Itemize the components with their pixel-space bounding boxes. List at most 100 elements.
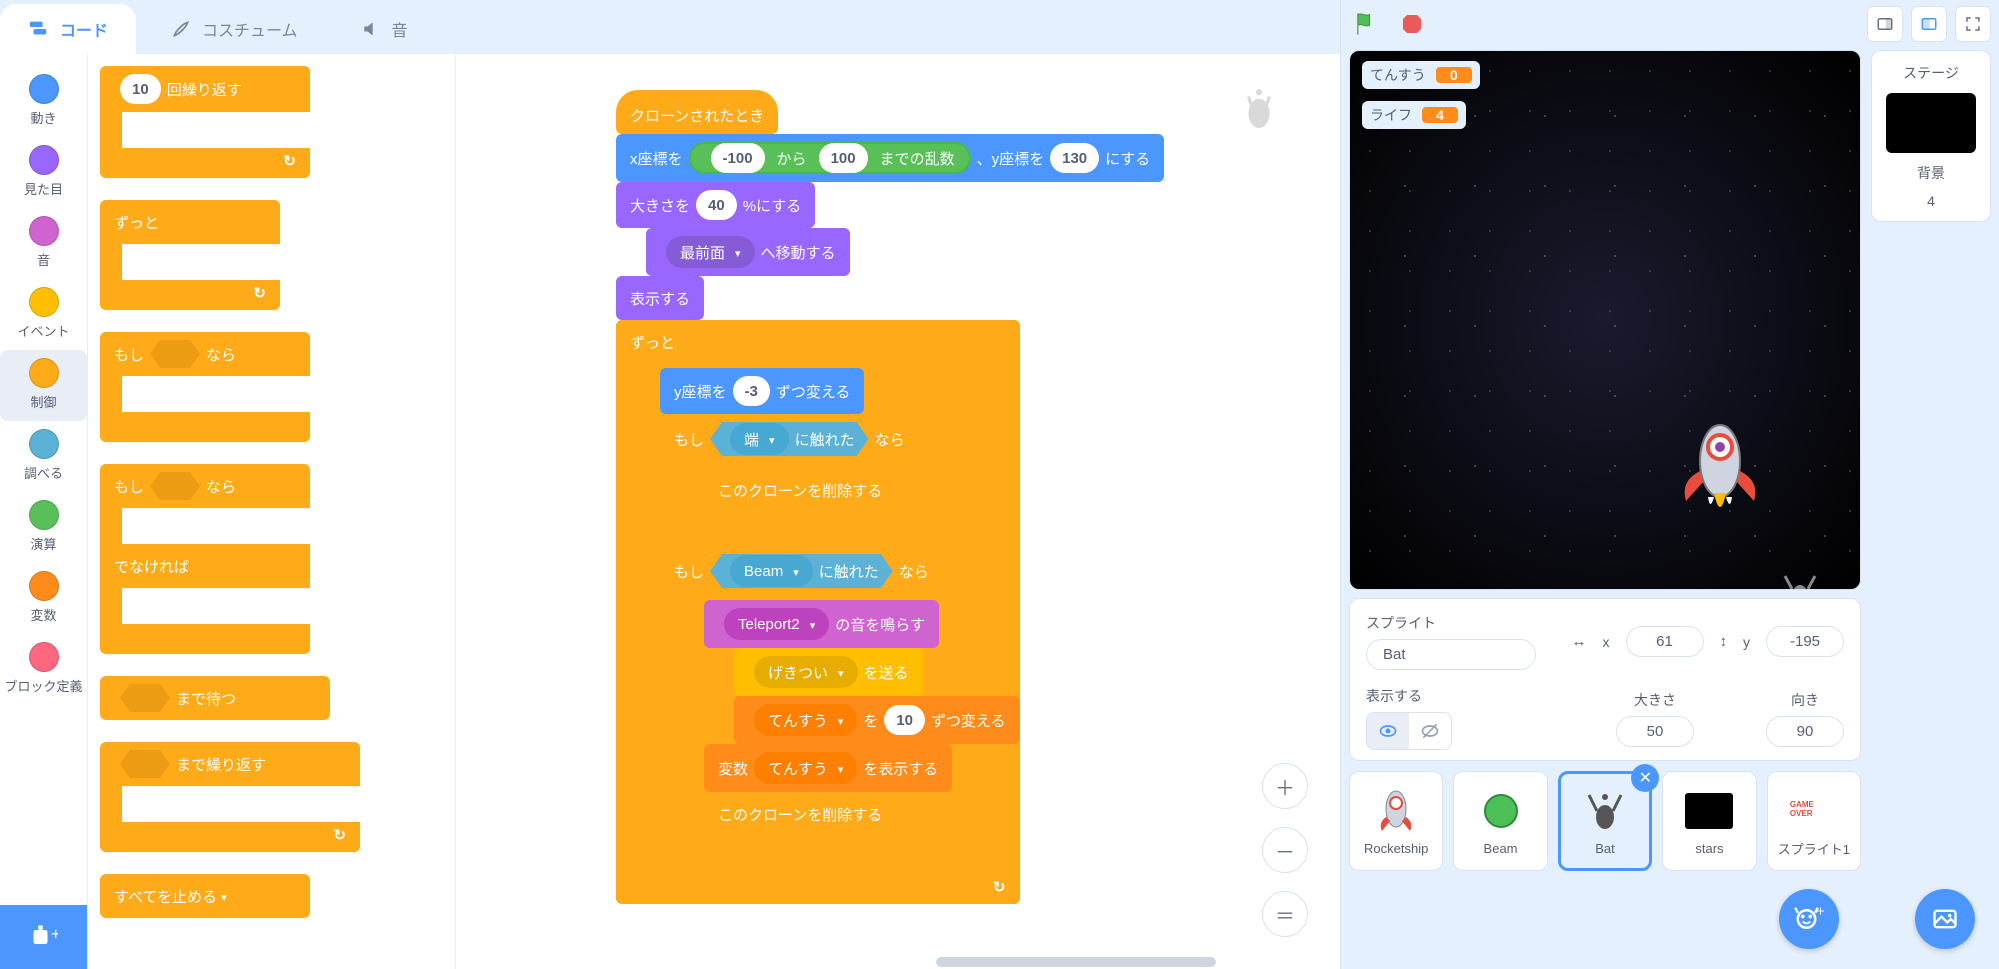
dropdown-caret-icon [217, 888, 227, 905]
svg-text:+: + [51, 925, 58, 943]
boolean-slot [150, 472, 200, 500]
delete-sprite-button[interactable]: ✕ [1631, 764, 1659, 792]
category-operators[interactable]: 演算 [0, 492, 87, 563]
block-palette[interactable]: 10回繰り返す ずっと もしなら [88, 54, 456, 969]
bat-icon [1581, 787, 1629, 835]
reporter-touching-beam[interactable]: Beam に触れた [710, 554, 893, 588]
backdrop-thumbnail [1886, 93, 1976, 153]
block-change-variable[interactable]: てんすう を 10 ずつ変える [734, 696, 1020, 744]
sprite-direction-input[interactable] [1766, 716, 1844, 747]
hide-sprite-button[interactable] [1409, 713, 1451, 749]
category-sound[interactable]: 音 [0, 208, 87, 279]
block-show-variable[interactable]: 変数 てんすう を表示する [704, 744, 952, 792]
category-motion[interactable]: 動き [0, 66, 87, 137]
sprite-name-input[interactable] [1366, 639, 1536, 670]
loop-arrow-icon [253, 284, 266, 302]
sprite-x-input[interactable] [1626, 626, 1704, 657]
palette-block-stop[interactable]: すべてを止める [100, 874, 310, 918]
zoom-in-button[interactable]: ＋ [1262, 763, 1308, 809]
category-sensing[interactable]: 調べる [0, 421, 87, 492]
show-sprite-button[interactable] [1367, 713, 1409, 749]
palette-block-forever[interactable]: ずっと [100, 200, 280, 310]
block-if-touching-edge[interactable]: もし 端 に触れた なら このクローンを削除する [660, 414, 919, 546]
stage-small-button[interactable] [1867, 6, 1903, 42]
beam-icon [1477, 787, 1525, 835]
block-delete-clone[interactable]: このクローンを削除する [704, 468, 919, 512]
palette-block-if-else[interactable]: もしなら でなければ [100, 464, 310, 654]
monitor-score[interactable]: てんすう 0 [1362, 61, 1480, 89]
block-forever[interactable]: ずっと y座標を -3 ずつ変える [616, 320, 1020, 904]
script-workspace[interactable]: クローンされたとき x座標を -100 から 100 までの乱数 、y座標を 1… [456, 54, 1340, 969]
category-looks[interactable]: 見た目 [0, 137, 87, 208]
sprite-y-input[interactable] [1766, 626, 1844, 657]
add-sprite-fab[interactable]: + [1779, 889, 1839, 949]
add-backdrop-fab[interactable] [1915, 889, 1975, 949]
xy-icon: ↔ [1572, 633, 1587, 650]
sprite-card-rocketship[interactable]: Rocketship [1349, 771, 1443, 871]
sprite-card-bat[interactable]: ✕ Bat [1558, 771, 1653, 871]
palette-block-if[interactable]: もしなら [100, 332, 310, 442]
block-when-cloned[interactable]: クローンされたとき [616, 90, 778, 134]
stage[interactable]: てんすう 0 ライフ 4 [1349, 50, 1861, 590]
boolean-slot [120, 750, 170, 778]
sprite-size-input[interactable] [1616, 716, 1694, 747]
stage-selector[interactable]: ステージ 背景 4 [1871, 50, 1991, 222]
zoom-out-button[interactable]: － [1262, 827, 1308, 873]
palette-block-repeat[interactable]: 10回繰り返す [100, 66, 310, 178]
block-show[interactable]: 表示する [616, 276, 704, 320]
stage-large-button[interactable] [1911, 6, 1947, 42]
block-set-size[interactable]: 大きさを 40 %にする [616, 182, 815, 228]
tab-code[interactable]: コード [0, 4, 136, 54]
loop-arrow-icon [283, 152, 296, 170]
dropdown-caret-icon [789, 563, 799, 580]
dropdown-caret-icon [731, 244, 741, 261]
stage-sprite-rocketship[interactable] [1680, 411, 1760, 531]
boolean-slot [150, 340, 200, 368]
fullscreen-button[interactable] [1955, 6, 1991, 42]
stop-button[interactable] [1395, 7, 1429, 41]
green-flag-button[interactable] [1349, 7, 1383, 41]
sprite-info-panel: スプライト ↔ x ↕ y 表示する [1349, 598, 1861, 761]
tab-sounds[interactable]: 音 [332, 4, 436, 54]
block-if-touching-beam[interactable]: もし Beam に触れた なら [660, 546, 1020, 870]
add-extension-button[interactable]: + [0, 905, 87, 969]
block-play-sound[interactable]: Teleport2 の音を鳴らす [704, 600, 939, 648]
block-broadcast[interactable]: げきつい を送る [734, 648, 923, 696]
palette-block-wait-until[interactable]: まで待つ [100, 676, 330, 720]
dropdown-touch-target[interactable]: Beam [730, 555, 813, 587]
sprite-card-stars[interactable]: stars [1662, 771, 1756, 871]
block-categories: 動き 見た目 音 イベント 制御 調べる 演算 変数 ブロック定義 + [0, 54, 88, 969]
tab-costumes-label: コスチューム [202, 17, 298, 41]
zoom-reset-button[interactable]: ＝ [1262, 891, 1308, 937]
palette-block-repeat-until[interactable]: まで繰り返す [100, 742, 360, 852]
gameover-icon: GAME OVER [1790, 785, 1838, 833]
dropdown-sound[interactable]: Teleport2 [724, 608, 829, 640]
dropdown-layer[interactable]: 最前面 [666, 236, 755, 268]
sprite-card-beam[interactable]: Beam [1453, 771, 1547, 871]
block-goto-xy[interactable]: x座標を -100 から 100 までの乱数 、y座標を 130 にする [616, 134, 1164, 182]
dropdown-caret-icon [834, 760, 844, 777]
monitor-life[interactable]: ライフ 4 [1362, 101, 1466, 129]
boolean-slot [120, 684, 170, 712]
tab-costumes[interactable]: コスチューム [142, 4, 326, 54]
dropdown-message[interactable]: げきつい [754, 656, 858, 688]
sprite-label: スプライト [1366, 613, 1536, 633]
reporter-random[interactable]: -100 から 100 までの乱数 [689, 142, 971, 174]
block-go-to-layer[interactable]: 最前面 へ移動する [646, 228, 850, 276]
block-change-y[interactable]: y座標を -3 ずつ変える [660, 368, 864, 414]
stage-sprite-bat[interactable] [1780, 571, 1820, 590]
sprite-list: Rocketship Beam ✕ Bat stars GAME OVER [1349, 771, 1861, 871]
dropdown-variable[interactable]: てんすう [754, 752, 857, 784]
block-delete-clone[interactable]: このクローンを削除する [704, 792, 896, 836]
sprite-card-sprite1[interactable]: GAME OVER スプライト1 [1767, 771, 1861, 871]
horizontal-scrollbar[interactable] [936, 957, 1216, 967]
brush-icon [170, 18, 192, 40]
category-events[interactable]: イベント [0, 279, 87, 350]
dropdown-touch-target[interactable]: 端 [730, 423, 789, 455]
reporter-touching-edge[interactable]: 端 に触れた [710, 422, 869, 456]
dropdown-caret-icon [806, 616, 816, 633]
dropdown-variable[interactable]: てんすう [754, 704, 857, 736]
category-variables[interactable]: 変数 [0, 563, 87, 634]
category-myblocks[interactable]: ブロック定義 [0, 634, 87, 705]
category-control[interactable]: 制御 [0, 350, 87, 421]
